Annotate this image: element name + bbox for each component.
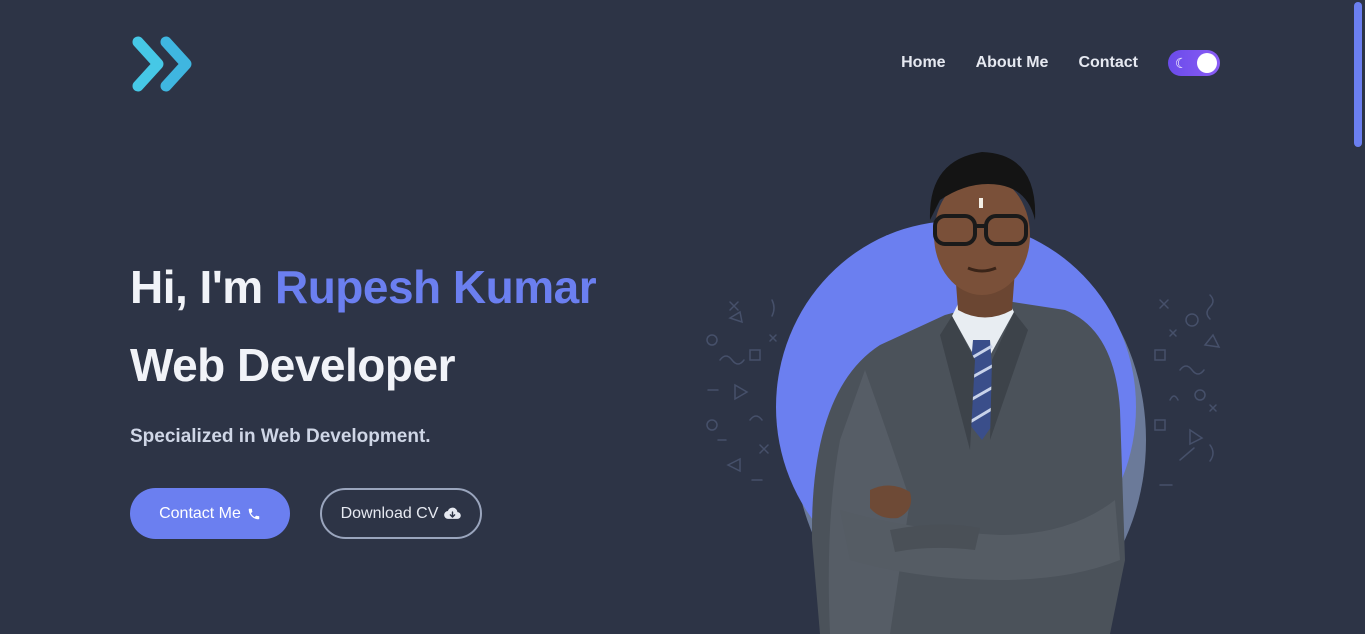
nav-about-link[interactable]: About Me [976, 54, 1049, 72]
page-scrollbar[interactable] [1350, 0, 1365, 634]
hero-name: Rupesh Kumar [274, 261, 597, 313]
toggle-knob [1197, 53, 1217, 73]
contact-button-label: Contact Me [159, 504, 241, 522]
logo-chevrons-icon[interactable] [130, 34, 198, 94]
hero-greeting: Hi, I'm Rupesh Kumar [130, 260, 597, 314]
nav-home-link[interactable]: Home [901, 54, 945, 72]
download-cv-button[interactable]: Download CV [320, 488, 482, 539]
hero-tagline: Specialized in Web Development. [130, 426, 431, 447]
cloud-download-icon [444, 507, 462, 519]
contact-me-button[interactable]: Contact Me [130, 488, 290, 539]
greeting-text: Hi, I'm [130, 261, 275, 313]
download-button-label: Download CV [340, 504, 439, 522]
phone-icon [248, 508, 260, 519]
hero-role: Web Developer [130, 339, 455, 391]
nav-contact-link[interactable]: Contact [1078, 54, 1138, 72]
moon-icon: ☾ [1175, 55, 1188, 71]
theme-toggle[interactable]: ☾ [1168, 50, 1220, 76]
scrollbar-thumb[interactable] [1354, 2, 1362, 147]
main-nav: Home About Me Contact ☾ [901, 50, 1220, 76]
profile-photo [776, 152, 1146, 634]
page: Home About Me Contact ☾ Hi, I'm Rupesh K… [0, 0, 1365, 634]
